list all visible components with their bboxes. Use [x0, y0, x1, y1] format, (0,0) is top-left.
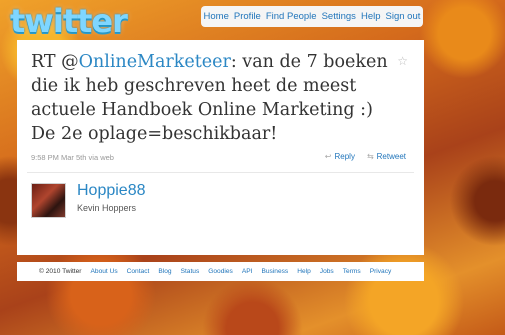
- retweet-icon: ⇆: [366, 152, 374, 161]
- footer-link-jobs[interactable]: Jobs: [320, 268, 334, 275]
- nav-help[interactable]: Help: [361, 11, 381, 22]
- divider: [27, 172, 414, 173]
- footer-link-contact[interactable]: Contact: [127, 268, 150, 275]
- tweet-actions: ↩ Reply ⇆ Retweet: [325, 152, 406, 161]
- copyright: © 2010 Twitter: [39, 268, 82, 275]
- user-screen-name[interactable]: Hoppie88: [77, 182, 146, 200]
- reply-button[interactable]: ↩ Reply: [325, 152, 355, 161]
- user-full-name: Kevin Hoppers: [77, 203, 137, 213]
- mention-link[interactable]: OnlineMarketeer: [79, 52, 231, 72]
- footer-link-about-us[interactable]: About Us: [91, 268, 118, 275]
- twitter-logo[interactable]: twitter: [10, 2, 128, 40]
- nav-settings[interactable]: Settings: [322, 11, 356, 22]
- top-navigation: Home Profile Find People Settings Help S…: [201, 6, 423, 27]
- tweet-text: RT @OnlineMarketeer: van de 7 boeken die…: [31, 50, 401, 146]
- footer-link-help[interactable]: Help: [297, 268, 311, 275]
- footer-link-api[interactable]: API: [242, 268, 253, 275]
- reply-icon: ↩: [324, 152, 332, 161]
- footer-link-goodies[interactable]: Goodies: [208, 268, 233, 275]
- retweet-button[interactable]: ⇆ Retweet: [367, 152, 406, 161]
- footer: © 2010 Twitter About Us Contact Blog Sta…: [17, 262, 424, 281]
- nav-home[interactable]: Home: [204, 11, 229, 22]
- tweet-prefix: RT @: [31, 52, 79, 72]
- footer-link-status[interactable]: Status: [181, 268, 200, 275]
- nav-profile[interactable]: Profile: [234, 11, 261, 22]
- nav-find-people[interactable]: Find People: [266, 11, 317, 22]
- footer-link-blog[interactable]: Blog: [158, 268, 171, 275]
- reply-label: Reply: [334, 152, 355, 161]
- avatar[interactable]: [31, 183, 66, 218]
- retweet-label: Retweet: [376, 152, 406, 161]
- nav-sign-out[interactable]: Sign out: [386, 11, 421, 22]
- footer-link-terms[interactable]: Terms: [343, 268, 361, 275]
- tweet-timestamp[interactable]: 9:58 PM Mar 5th via web: [31, 153, 114, 162]
- footer-link-privacy[interactable]: Privacy: [370, 268, 392, 275]
- tweet-card: ☆ RT @OnlineMarketeer: van de 7 boeken d…: [17, 40, 424, 255]
- footer-link-business[interactable]: Business: [261, 268, 288, 275]
